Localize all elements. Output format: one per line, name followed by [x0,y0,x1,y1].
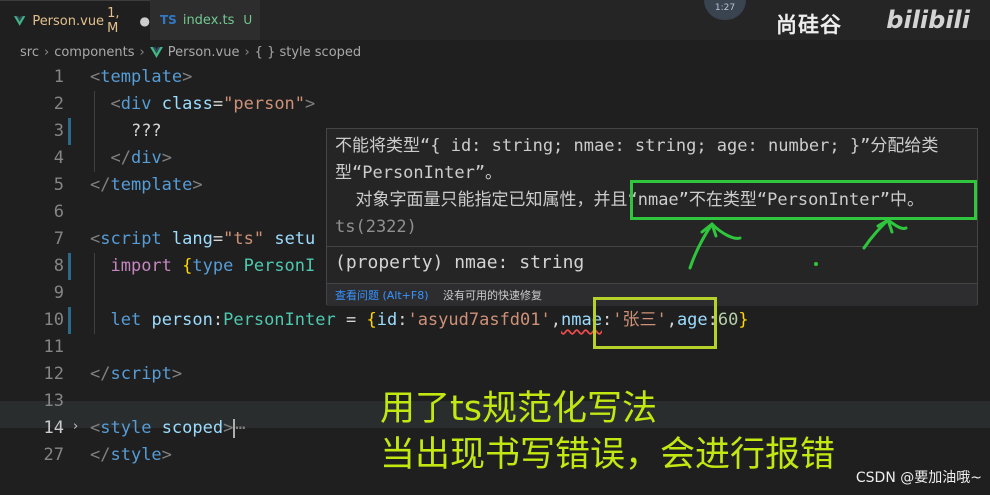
line-number: 5 [53,175,64,195]
chevron-right-icon: › [244,44,250,60]
tab-bar: Person.vue 1, M ● TS index.ts U 1:27 尚硅谷… [0,0,990,41]
chevron-right-icon: › [139,44,145,60]
tab-status: 1, M [107,6,120,36]
credit-watermark: CSDN @要加油哦~ [855,470,982,486]
chevron-right-icon: › [43,44,50,60]
line-number: 4 [53,148,64,168]
brand-watermark: 尚硅谷 [776,13,842,37]
code-line: 12 </script> [0,361,990,388]
line-number: 9 [53,283,64,303]
vue-icon [14,16,26,26]
tab-label: index.ts [182,12,235,28]
line-number: 2 [53,94,64,114]
code-line: 1 <template> [0,64,990,91]
line-number: 27 [43,445,64,465]
view-problem-link[interactable]: 查看问题 (Alt+F8) [335,287,429,303]
no-quick-fix-text: 没有可用的快速修复 [443,289,542,302]
type-signature: (property) nmae: string [335,252,585,273]
line-number: 12 [43,364,64,384]
divider [327,246,977,247]
unsaved-dot-icon[interactable]: ● [140,14,150,28]
line-number: 8 [53,256,64,276]
annotation-box [630,180,977,220]
overlay-caption: 用了ts规范化写法 [380,389,657,429]
tab-status: U [243,13,253,27]
tab-person-vue[interactable]: Person.vue 1, M ● [0,0,150,41]
folded-ellipsis[interactable]: ⋯ [235,418,245,438]
typescript-icon: TS [160,13,177,27]
line-number: 11 [43,337,64,357]
breadcrumb-item[interactable]: components [54,45,134,60]
code-line: 11 [0,334,990,361]
breadcrumb-item[interactable]: src [20,45,39,60]
breadcrumb: src › components › Person.vue › { } styl… [0,40,990,64]
line-number: 7 [53,229,64,249]
line-number: 10 [43,310,64,330]
bilibili-logo: bilibili [886,6,970,34]
code-line: 2 <div class="person"> [0,91,990,118]
line-number: 6 [53,202,64,222]
avatar: 1:27 [704,0,746,20]
tab-label: Person.vue [32,13,105,29]
line-number: 1 [53,67,64,87]
annotation-box [593,297,717,349]
line-number: 3 [53,121,64,141]
fold-chevron-icon[interactable]: › [73,419,78,434]
line-number: 13 [43,391,64,411]
vue-icon [149,46,163,58]
breadcrumb-item[interactable]: Person.vue [168,45,240,60]
tab-index-ts[interactable]: TS index.ts U [150,0,260,40]
breadcrumb-item[interactable]: { } style scoped [255,45,362,60]
code-line: 10 let person:PersonInter = {id:'asyud7a… [0,307,990,334]
overlay-caption: 当出现书写错误，会进行报错 [380,435,836,475]
line-number: 14 [43,418,64,438]
